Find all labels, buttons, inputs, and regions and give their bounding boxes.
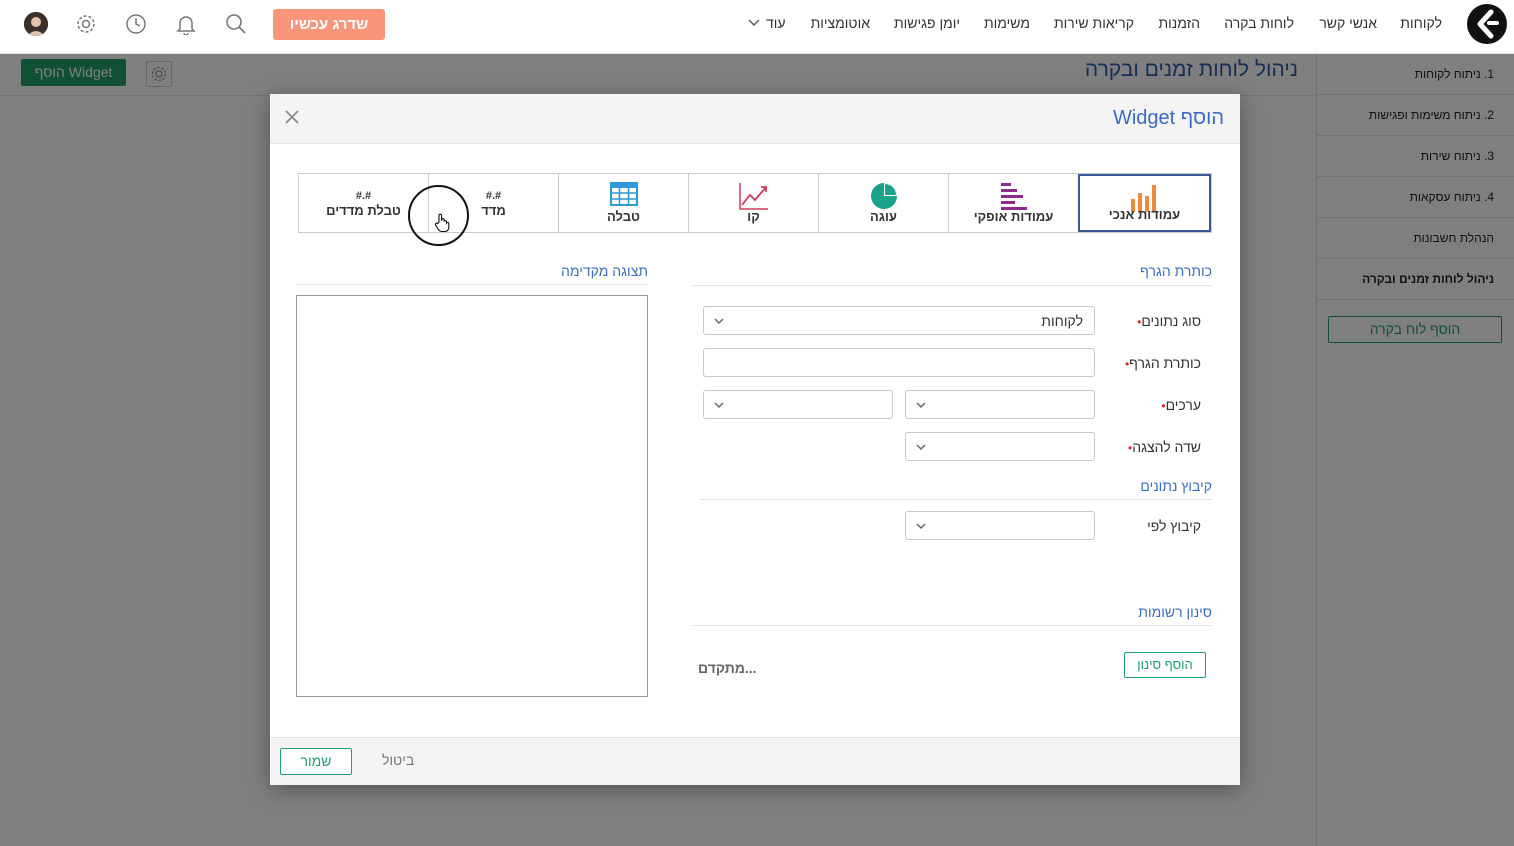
nav-item-contacts[interactable]: אנשי קשר xyxy=(1319,15,1377,31)
top-nav: לקוחות אנשי קשר לוחות בקרה הזמנות קריאות… xyxy=(0,0,1514,54)
nav-item-calendar[interactable]: יומן פגישות xyxy=(894,15,960,31)
values-field-select[interactable] xyxy=(905,390,1095,419)
nav-item-orders[interactable]: הזמנות xyxy=(1159,15,1201,31)
chevron-down-icon xyxy=(714,402,724,409)
graph-title-section: כותרת הגרף xyxy=(1140,263,1212,279)
chart-type-label: עוגה xyxy=(870,209,897,224)
chart-type-line[interactable]: קו xyxy=(688,174,818,232)
dialog-footer: שמור ביטול xyxy=(270,737,1240,785)
nav-item-customers[interactable]: לקוחות xyxy=(1400,15,1442,31)
cancel-button[interactable]: ביטול xyxy=(382,752,414,768)
field-label-text: שדה להצגה xyxy=(1132,439,1201,455)
gear-icon[interactable] xyxy=(75,13,97,35)
search-icon[interactable] xyxy=(225,13,247,35)
chevron-down-icon xyxy=(916,402,926,409)
section-divider xyxy=(693,285,1212,286)
chart-type-label: עמודות אנכי xyxy=(1108,207,1181,222)
chart-type-label: קו xyxy=(747,209,760,224)
section-divider xyxy=(296,284,648,285)
display-field-select[interactable] xyxy=(905,432,1095,461)
graph-title-input[interactable] xyxy=(703,348,1095,377)
filter-section: סינון רשומות xyxy=(1138,604,1212,620)
display-field-label: שדה להצגה• xyxy=(1120,439,1201,455)
table-icon xyxy=(609,182,638,206)
horizontal-bars-icon xyxy=(1000,183,1027,210)
grouping-section: קיבוץ נתונים xyxy=(1140,478,1212,494)
nav-more-label: עוד xyxy=(766,15,786,31)
hand-cursor-icon xyxy=(434,213,450,233)
bell-icon[interactable] xyxy=(175,13,197,35)
advanced-link[interactable]: מתקדם... xyxy=(698,660,757,676)
values-aggregation-select[interactable] xyxy=(703,390,893,419)
metric-hash: #.# xyxy=(355,190,372,202)
clock-icon[interactable] xyxy=(125,13,147,35)
logo-icon xyxy=(1477,9,1499,39)
graph-title-field-label: כותרת הגרף• xyxy=(1117,355,1201,371)
nav-more[interactable]: עוד xyxy=(748,15,786,31)
app-logo[interactable] xyxy=(1467,4,1507,44)
data-type-value: לקוחות xyxy=(1041,313,1083,329)
close-icon[interactable] xyxy=(283,108,301,126)
field-label-text: ערכים xyxy=(1165,397,1201,413)
dialog-title: הוסף Widget xyxy=(1112,107,1224,129)
group-by-select[interactable] xyxy=(905,511,1095,540)
nav-item-automations[interactable]: אוטומציות xyxy=(811,15,870,31)
preview-title: תצוגה מקדימה xyxy=(561,263,648,279)
group-by-label: קיבוץ לפי xyxy=(1147,518,1201,534)
save-button[interactable]: שמור xyxy=(280,748,352,775)
chart-type-label: טבלה xyxy=(607,209,640,224)
chevron-down-icon xyxy=(748,19,760,26)
add-filter-button[interactable]: הוסף סינון xyxy=(1124,652,1206,678)
dialog-header: הוסף Widget xyxy=(270,94,1240,144)
line-icon xyxy=(738,183,768,210)
data-type-label: סוג נתונים• xyxy=(1129,313,1201,329)
field-label-text: כותרת הגרף xyxy=(1129,355,1201,371)
pie-icon xyxy=(870,183,897,209)
section-divider xyxy=(693,625,1212,626)
widget-preview xyxy=(296,295,648,697)
nav-item-service-calls[interactable]: קריאות שירות xyxy=(1054,15,1134,31)
chevron-down-icon xyxy=(916,444,926,451)
avatar-icon xyxy=(24,12,48,36)
chart-type-label: עמודות אופקי xyxy=(973,209,1054,224)
chevron-down-icon xyxy=(714,318,724,325)
nav-item-dashboards[interactable]: לוחות בקרה xyxy=(1224,15,1294,31)
values-label: ערכים• xyxy=(1153,397,1201,413)
field-label-text: סוג נתונים xyxy=(1141,313,1201,329)
section-divider xyxy=(700,499,1212,500)
chart-type-pie[interactable]: עוגה xyxy=(818,174,948,232)
chart-type-horizontal-bars[interactable]: עמודות אופקי xyxy=(948,174,1078,232)
data-type-select[interactable]: לקוחות xyxy=(703,306,1095,335)
chart-type-vertical-bars[interactable]: עמודות אנכי xyxy=(1078,174,1211,232)
upgrade-button[interactable]: שדרג עכשיו xyxy=(273,9,385,40)
nav-item-tasks[interactable]: משימות xyxy=(984,15,1030,31)
chart-type-table[interactable]: טבלה xyxy=(558,174,688,232)
avatar[interactable] xyxy=(24,12,48,36)
chevron-down-icon xyxy=(916,523,926,530)
